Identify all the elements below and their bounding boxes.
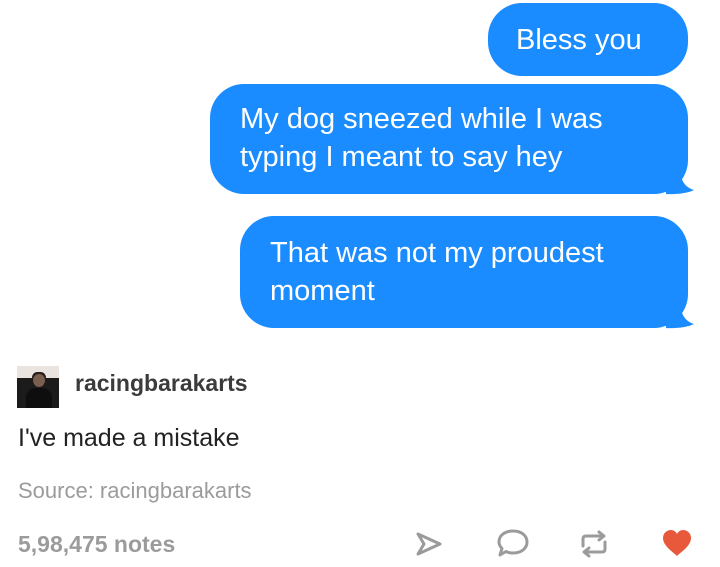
notes-count[interactable]: 5,98,475 notes: [18, 531, 175, 558]
bubble-tail: [666, 300, 694, 329]
message-text: typing I meant to say hey: [240, 141, 563, 173]
share-icon[interactable]: [414, 530, 444, 558]
message-bubble: That was not my proudest moment: [240, 216, 688, 328]
post-source[interactable]: Source: racingbarakarts: [18, 478, 252, 504]
post-caption: I've made a mistake: [18, 424, 240, 452]
username[interactable]: racingbarakarts: [75, 370, 248, 397]
reblog-icon[interactable]: [578, 529, 610, 559]
like-icon[interactable]: [660, 527, 694, 559]
reply-icon[interactable]: [496, 527, 530, 559]
message-text: That was not my proudest: [270, 237, 604, 269]
message-text: Bless you: [516, 24, 642, 56]
avatar[interactable]: [17, 366, 59, 408]
message-text: moment: [270, 275, 375, 307]
message-bubble: Bless you: [488, 3, 688, 76]
bubble-tail: [666, 168, 694, 195]
message-bubble: My dog sneezed while I was typing I mean…: [210, 84, 688, 194]
message-text: My dog sneezed while I was: [240, 103, 603, 135]
